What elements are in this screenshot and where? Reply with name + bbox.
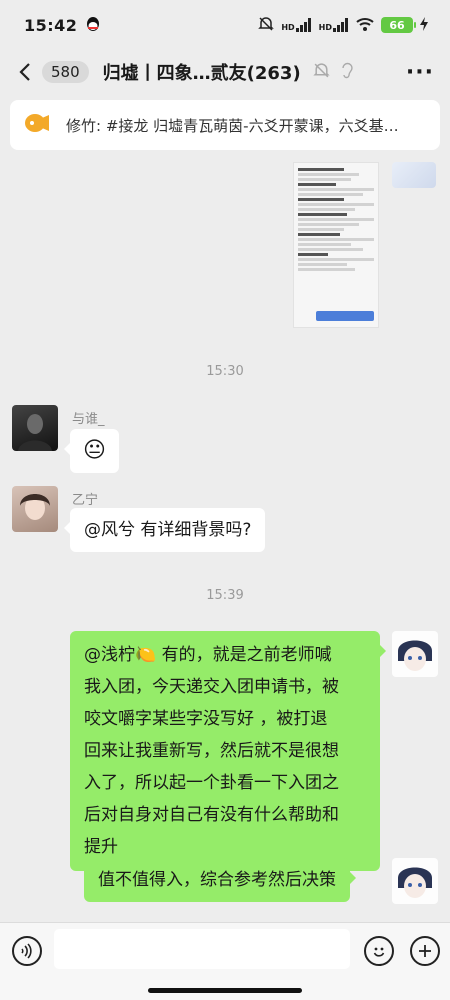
signal-icon: HD [281, 18, 311, 32]
chat-header: 580 归墟丨四象…贰友(263) ··· [0, 50, 450, 94]
voice-button[interactable] [12, 936, 42, 966]
shared-image-message[interactable] [293, 162, 379, 328]
wifi-icon [356, 17, 374, 34]
message-bubble[interactable]: @风兮 有详细背景吗? [63, 508, 266, 552]
message-bubble[interactable]: 😐 [64, 429, 119, 473]
timestamp: 15:39 [206, 588, 244, 603]
status-bar: 15:42 HD HD 66 [0, 0, 450, 50]
emoji-icon [373, 947, 385, 957]
battery-indicator: 66 [381, 17, 416, 33]
chat-title: 归墟丨四象…贰友(263) [102, 63, 301, 84]
message-line: 后对自身对自己有没有什么帮助和 [84, 805, 339, 825]
emoji-button[interactable] [364, 936, 394, 966]
message-input[interactable] [54, 929, 350, 969]
more-button[interactable]: ··· [400, 60, 440, 85]
sender-name: 与谁_ [72, 412, 105, 427]
megaphone-icon [24, 112, 50, 138]
message-bubble[interactable]: @浅柠🍋 有的，就是之前老师喊 我入团，今天递交入团申请书，被 咬文嚼字某些字没… [70, 631, 386, 871]
self-avatar[interactable] [392, 858, 438, 904]
announcement-text: 修竹: #接龙 归墟青瓦萌茵-六爻开蒙课，六爻基… [66, 116, 399, 135]
group-announcement[interactable]: 修竹: #接龙 归墟青瓦萌茵-六爻开蒙课，六爻基… [10, 100, 440, 150]
message-line: @浅柠🍋 有的，就是之前老师喊 [84, 645, 332, 665]
self-avatar[interactable] [392, 162, 436, 188]
status-icons: HD HD 66 [258, 16, 428, 35]
unread-count-badge[interactable]: 580 [42, 61, 89, 83]
bell-off-icon [313, 62, 330, 83]
timestamp: 15:30 [206, 364, 244, 379]
sender-name: 乙宁 [72, 493, 99, 508]
avatar[interactable] [12, 405, 58, 451]
back-icon [19, 63, 30, 81]
message-line: 入了，所以起一个卦看一下入团之 [84, 773, 339, 793]
ear-icon [340, 61, 354, 83]
self-avatar[interactable] [392, 631, 438, 677]
back-button[interactable] [14, 57, 36, 87]
status-time: 15:42 [24, 15, 78, 35]
mute-icon [258, 16, 275, 35]
message-line: 回来让我重新写，然后就不是很想 [84, 741, 339, 761]
message-bubble[interactable]: 值不值得入，综合参考然后决策 [84, 858, 356, 902]
signal-icon-2: HD [319, 18, 349, 32]
plus-icon [419, 945, 431, 957]
charging-icon [420, 16, 428, 34]
message-line: 我入团，今天递交入团申请书，被 [84, 677, 339, 697]
message-line: 咬文嚼字某些字没写好 ，被打退 [84, 709, 328, 729]
voice-icon [21, 943, 32, 959]
qq-icon [85, 16, 101, 34]
home-indicator[interactable] [148, 988, 302, 993]
avatar[interactable] [12, 486, 58, 532]
plus-button[interactable] [410, 936, 440, 966]
